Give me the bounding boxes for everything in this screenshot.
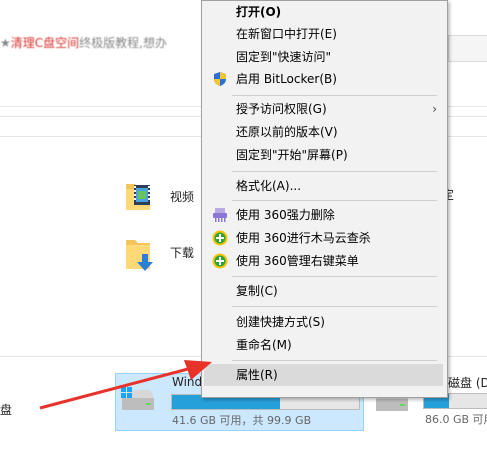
context-menu: 打开(O) 在新窗口中打开(E) 固定到"快速访问" 启用 BitLocker(… bbox=[201, 0, 448, 398]
chevron-right-icon: › bbox=[432, 102, 437, 116]
menu-item-pin-start[interactable]: 固定到"开始"屏幕(P) bbox=[202, 144, 447, 166]
uac-shield-icon bbox=[214, 72, 226, 86]
360-plus-icon bbox=[212, 230, 228, 246]
menu-item-360-trojan-scan[interactable]: 使用 360进行木马云查杀 bbox=[202, 227, 447, 249]
drive-name: Wind bbox=[172, 375, 203, 389]
folder-downloads[interactable]: 下载 bbox=[124, 236, 204, 280]
menu-item-grant-access[interactable]: 授予访问权限(G) › bbox=[202, 98, 447, 120]
folder-label: 视频 bbox=[170, 190, 195, 204]
hard-drive-icon bbox=[121, 387, 154, 410]
background-side-panel bbox=[448, 35, 487, 62]
menu-item-pin-quick-access[interactable]: 固定到"快速访问" bbox=[202, 46, 447, 68]
menu-separator bbox=[232, 306, 437, 307]
menu-separator bbox=[232, 276, 437, 277]
drive-fragment-label: 盘 bbox=[0, 403, 13, 417]
menu-separator bbox=[232, 200, 437, 201]
menu-separator bbox=[232, 360, 437, 361]
menu-item-open[interactable]: 打开(O) bbox=[202, 1, 447, 23]
shredder-icon bbox=[213, 208, 227, 222]
menu-separator bbox=[232, 95, 437, 96]
drive-capacity-text: 86.0 GB 可用 bbox=[425, 413, 487, 426]
menu-item-360-manage-menu[interactable]: 使用 360管理右键菜单 bbox=[202, 250, 447, 272]
menu-item-360-shred[interactable]: 使用 360强力删除 bbox=[202, 204, 447, 226]
downloads-folder-icon bbox=[126, 240, 153, 271]
menu-item-rename[interactable]: 重命名(M) bbox=[202, 334, 447, 356]
folder-label: 下载 bbox=[170, 246, 195, 260]
menu-item-bitlocker[interactable]: 启用 BitLocker(B) bbox=[202, 68, 447, 90]
folder-videos[interactable]: 视频 bbox=[124, 180, 204, 220]
menu-item-create-shortcut[interactable]: 创建快捷方式(S) bbox=[202, 311, 447, 333]
menu-item-format[interactable]: 格式化(A)... bbox=[202, 175, 447, 197]
menu-item-properties[interactable]: 属性(R) bbox=[204, 364, 443, 386]
background-article-text: ★清理C盘空间终极版教程,想办 bbox=[0, 36, 167, 50]
videos-folder-icon bbox=[126, 184, 150, 210]
menu-item-restore-versions[interactable]: 还原以前的版本(V) bbox=[202, 121, 447, 143]
article-highlight: 清理C盘空间 bbox=[10, 36, 80, 50]
drive-capacity-text: 41.6 GB 可用，共 99.9 GB bbox=[172, 414, 312, 427]
menu-separator bbox=[232, 171, 437, 172]
article-suffix: 终极版教程,想办 bbox=[79, 36, 167, 50]
menu-item-open-new-window[interactable]: 在新窗口中打开(E) bbox=[202, 23, 447, 45]
360-plus-icon bbox=[212, 253, 228, 269]
drive-name: 磁盘 (D bbox=[448, 376, 487, 390]
menu-item-copy[interactable]: 复制(C) bbox=[202, 280, 447, 302]
